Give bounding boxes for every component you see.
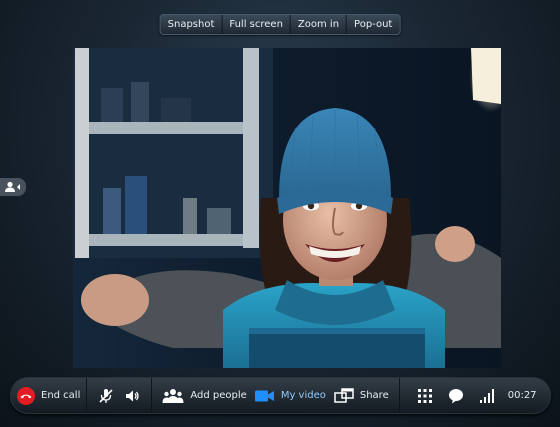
my-video-label: My video xyxy=(280,390,326,401)
remote-video xyxy=(73,48,501,368)
video-call-window: Snapshot Full screen Zoom in Pop-out End… xyxy=(0,0,560,427)
speaker-volume-button[interactable] xyxy=(119,378,145,413)
call-actions-group: Add people My video Share xyxy=(152,378,400,413)
call-timer: 00:27 xyxy=(502,378,537,413)
call-controls-bar: End call Add people My video Share 00:27 xyxy=(10,377,551,414)
add-people-label: Add people xyxy=(190,390,247,401)
instant-message-button[interactable] xyxy=(440,378,472,413)
share-button[interactable]: Share xyxy=(330,378,393,413)
add-people-button[interactable]: Add people xyxy=(158,378,250,413)
signal-strength-icon xyxy=(479,388,494,403)
video-toolbar: Snapshot Full screen Zoom in Pop-out xyxy=(159,14,401,35)
full-screen-button[interactable]: Full screen xyxy=(221,15,290,34)
add-people-icon xyxy=(162,388,184,403)
my-video-button[interactable]: My video xyxy=(251,378,330,413)
end-call-label: End call xyxy=(41,390,81,401)
pop-out-button[interactable]: Pop-out xyxy=(346,15,399,34)
share-label: Share xyxy=(359,390,389,401)
extras-group: 00:27 xyxy=(400,378,547,413)
dial-pad-icon xyxy=(417,388,432,403)
mute-microphone-button[interactable] xyxy=(93,378,119,413)
microphone-muted-icon xyxy=(99,388,113,403)
end-call-group: End call xyxy=(11,378,88,413)
end-call-icon xyxy=(17,386,35,405)
call-duration: 00:27 xyxy=(507,390,537,401)
audio-group xyxy=(87,378,153,413)
end-call-button[interactable]: End call xyxy=(17,378,80,413)
contact-icon xyxy=(5,181,20,192)
chat-bubble-icon xyxy=(448,388,463,403)
speaker-icon xyxy=(126,390,140,401)
call-quality-button[interactable] xyxy=(472,378,502,413)
zoom-in-button[interactable]: Zoom in xyxy=(289,15,346,34)
participants-toggle[interactable] xyxy=(0,178,26,196)
share-screen-icon xyxy=(334,387,354,403)
video-camera-icon xyxy=(254,390,274,401)
dial-pad-button[interactable] xyxy=(410,378,440,413)
snapshot-button[interactable]: Snapshot xyxy=(161,15,222,34)
remote-video-image xyxy=(73,48,501,368)
